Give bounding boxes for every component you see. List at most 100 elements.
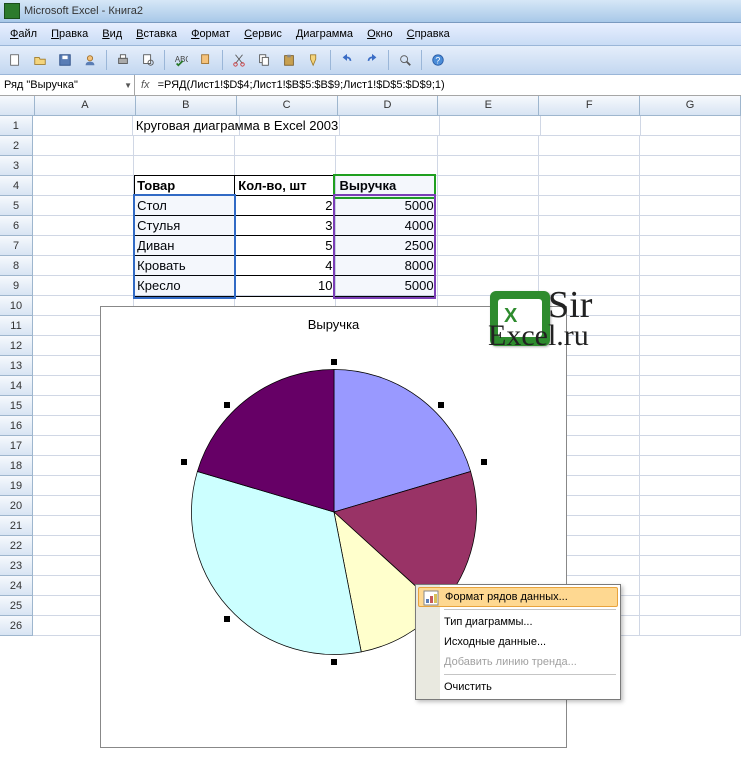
cell-C4[interactable]: Кол-во, шт	[235, 176, 336, 196]
cell-G18[interactable]	[640, 456, 741, 476]
row-header-20[interactable]: 20	[0, 496, 33, 516]
cell-G25[interactable]	[640, 596, 741, 616]
cell-C5[interactable]: 2	[235, 196, 336, 216]
cell-G19[interactable]	[640, 476, 741, 496]
row-header-10[interactable]: 10	[0, 296, 33, 316]
row-header-3[interactable]: 3	[0, 156, 33, 176]
zoom-button[interactable]	[394, 49, 416, 71]
cell-F2[interactable]	[539, 136, 640, 156]
row-header-17[interactable]: 17	[0, 436, 33, 456]
cell-G6[interactable]	[640, 216, 741, 236]
cell-G14[interactable]	[640, 376, 741, 396]
cell-B9[interactable]: Кресло	[134, 276, 235, 296]
cell-A6[interactable]	[33, 216, 134, 236]
row-header-7[interactable]: 7	[0, 236, 33, 256]
cell-E4[interactable]	[438, 176, 539, 196]
row-header-4[interactable]: 4	[0, 176, 33, 196]
menu-вставка[interactable]: Вставка	[130, 26, 183, 42]
series-handle[interactable]	[331, 659, 337, 665]
cell-G2[interactable]	[640, 136, 741, 156]
series-handle[interactable]	[481, 459, 487, 465]
row-header-6[interactable]: 6	[0, 216, 33, 236]
cell-F9[interactable]	[539, 276, 640, 296]
cell-G7[interactable]	[640, 236, 741, 256]
col-header-A[interactable]: A	[35, 96, 136, 115]
cell-E5[interactable]	[438, 196, 539, 216]
undo-button[interactable]	[336, 49, 358, 71]
cell-G13[interactable]	[640, 356, 741, 376]
menu-окно[interactable]: Окно	[361, 26, 399, 42]
cell-C9[interactable]: 10	[235, 276, 336, 296]
series-handle[interactable]	[438, 402, 444, 408]
cell-G20[interactable]	[640, 496, 741, 516]
cell-A5[interactable]	[33, 196, 134, 216]
help-button[interactable]: ?	[427, 49, 449, 71]
cell-G16[interactable]	[640, 416, 741, 436]
cell-G21[interactable]	[640, 516, 741, 536]
cell-G17[interactable]	[640, 436, 741, 456]
cell-D4[interactable]: Выручка	[336, 176, 437, 196]
ctx-chart-type[interactable]: Тип диаграммы...	[418, 612, 618, 632]
cell-C3[interactable]	[235, 156, 336, 176]
cell-G8[interactable]	[640, 256, 741, 276]
cell-A9[interactable]	[33, 276, 134, 296]
cell-C6[interactable]: 3	[235, 216, 336, 236]
new-button[interactable]	[4, 49, 26, 71]
cell-F6[interactable]	[539, 216, 640, 236]
cut-button[interactable]	[228, 49, 250, 71]
cell-D6[interactable]: 4000	[336, 216, 437, 236]
print-button[interactable]	[112, 49, 134, 71]
cell-B4[interactable]: Товар	[134, 176, 235, 196]
cell-G23[interactable]	[640, 556, 741, 576]
permissions-button[interactable]	[79, 49, 101, 71]
cell-E3[interactable]	[438, 156, 539, 176]
col-header-C[interactable]: C	[237, 96, 338, 115]
cell-G5[interactable]	[640, 196, 741, 216]
research-button[interactable]	[195, 49, 217, 71]
cell-C2[interactable]	[235, 136, 336, 156]
cell-A1[interactable]	[33, 116, 133, 136]
spreadsheet-grid[interactable]: ABCDEFG 1Круговая диаграмма в Excel 2003…	[0, 96, 741, 636]
fx-label[interactable]: fx	[135, 79, 156, 91]
cell-D3[interactable]	[336, 156, 437, 176]
row-header-15[interactable]: 15	[0, 396, 33, 416]
col-header-D[interactable]: D	[338, 96, 439, 115]
row-header-16[interactable]: 16	[0, 416, 33, 436]
row-header-21[interactable]: 21	[0, 516, 33, 536]
select-all-corner[interactable]	[0, 96, 35, 115]
cell-F5[interactable]	[539, 196, 640, 216]
series-handle[interactable]	[181, 459, 187, 465]
copy-button[interactable]	[253, 49, 275, 71]
row-header-18[interactable]: 18	[0, 456, 33, 476]
cell-E2[interactable]	[438, 136, 539, 156]
format-painter-button[interactable]	[303, 49, 325, 71]
col-header-F[interactable]: F	[539, 96, 640, 115]
cell-C1[interactable]	[240, 116, 340, 136]
cell-G3[interactable]	[640, 156, 741, 176]
menu-справка[interactable]: Справка	[401, 26, 456, 42]
cell-G11[interactable]	[640, 316, 741, 336]
cell-B5[interactable]: Стол	[134, 196, 235, 216]
cell-B2[interactable]	[134, 136, 235, 156]
cell-E6[interactable]	[438, 216, 539, 236]
row-header-23[interactable]: 23	[0, 556, 33, 576]
row-header-11[interactable]: 11	[0, 316, 33, 336]
cell-F1[interactable]	[541, 116, 641, 136]
cell-E7[interactable]	[438, 236, 539, 256]
menu-правка[interactable]: Правка	[45, 26, 94, 42]
row-header-12[interactable]: 12	[0, 336, 33, 356]
cell-B6[interactable]: Стулья	[134, 216, 235, 236]
row-header-5[interactable]: 5	[0, 196, 33, 216]
row-header-26[interactable]: 26	[0, 616, 33, 636]
cell-B7[interactable]: Диван	[134, 236, 235, 256]
cell-D1[interactable]	[340, 116, 440, 136]
series-handle[interactable]	[331, 359, 337, 365]
spelling-button[interactable]: ABC	[170, 49, 192, 71]
row-header-2[interactable]: 2	[0, 136, 33, 156]
cell-A3[interactable]	[33, 156, 134, 176]
name-box-dropdown-icon[interactable]: ▼	[124, 81, 132, 90]
paste-button[interactable]	[278, 49, 300, 71]
col-header-E[interactable]: E	[438, 96, 539, 115]
cell-G22[interactable]	[640, 536, 741, 556]
menu-сервис[interactable]: Сервис	[238, 26, 288, 42]
